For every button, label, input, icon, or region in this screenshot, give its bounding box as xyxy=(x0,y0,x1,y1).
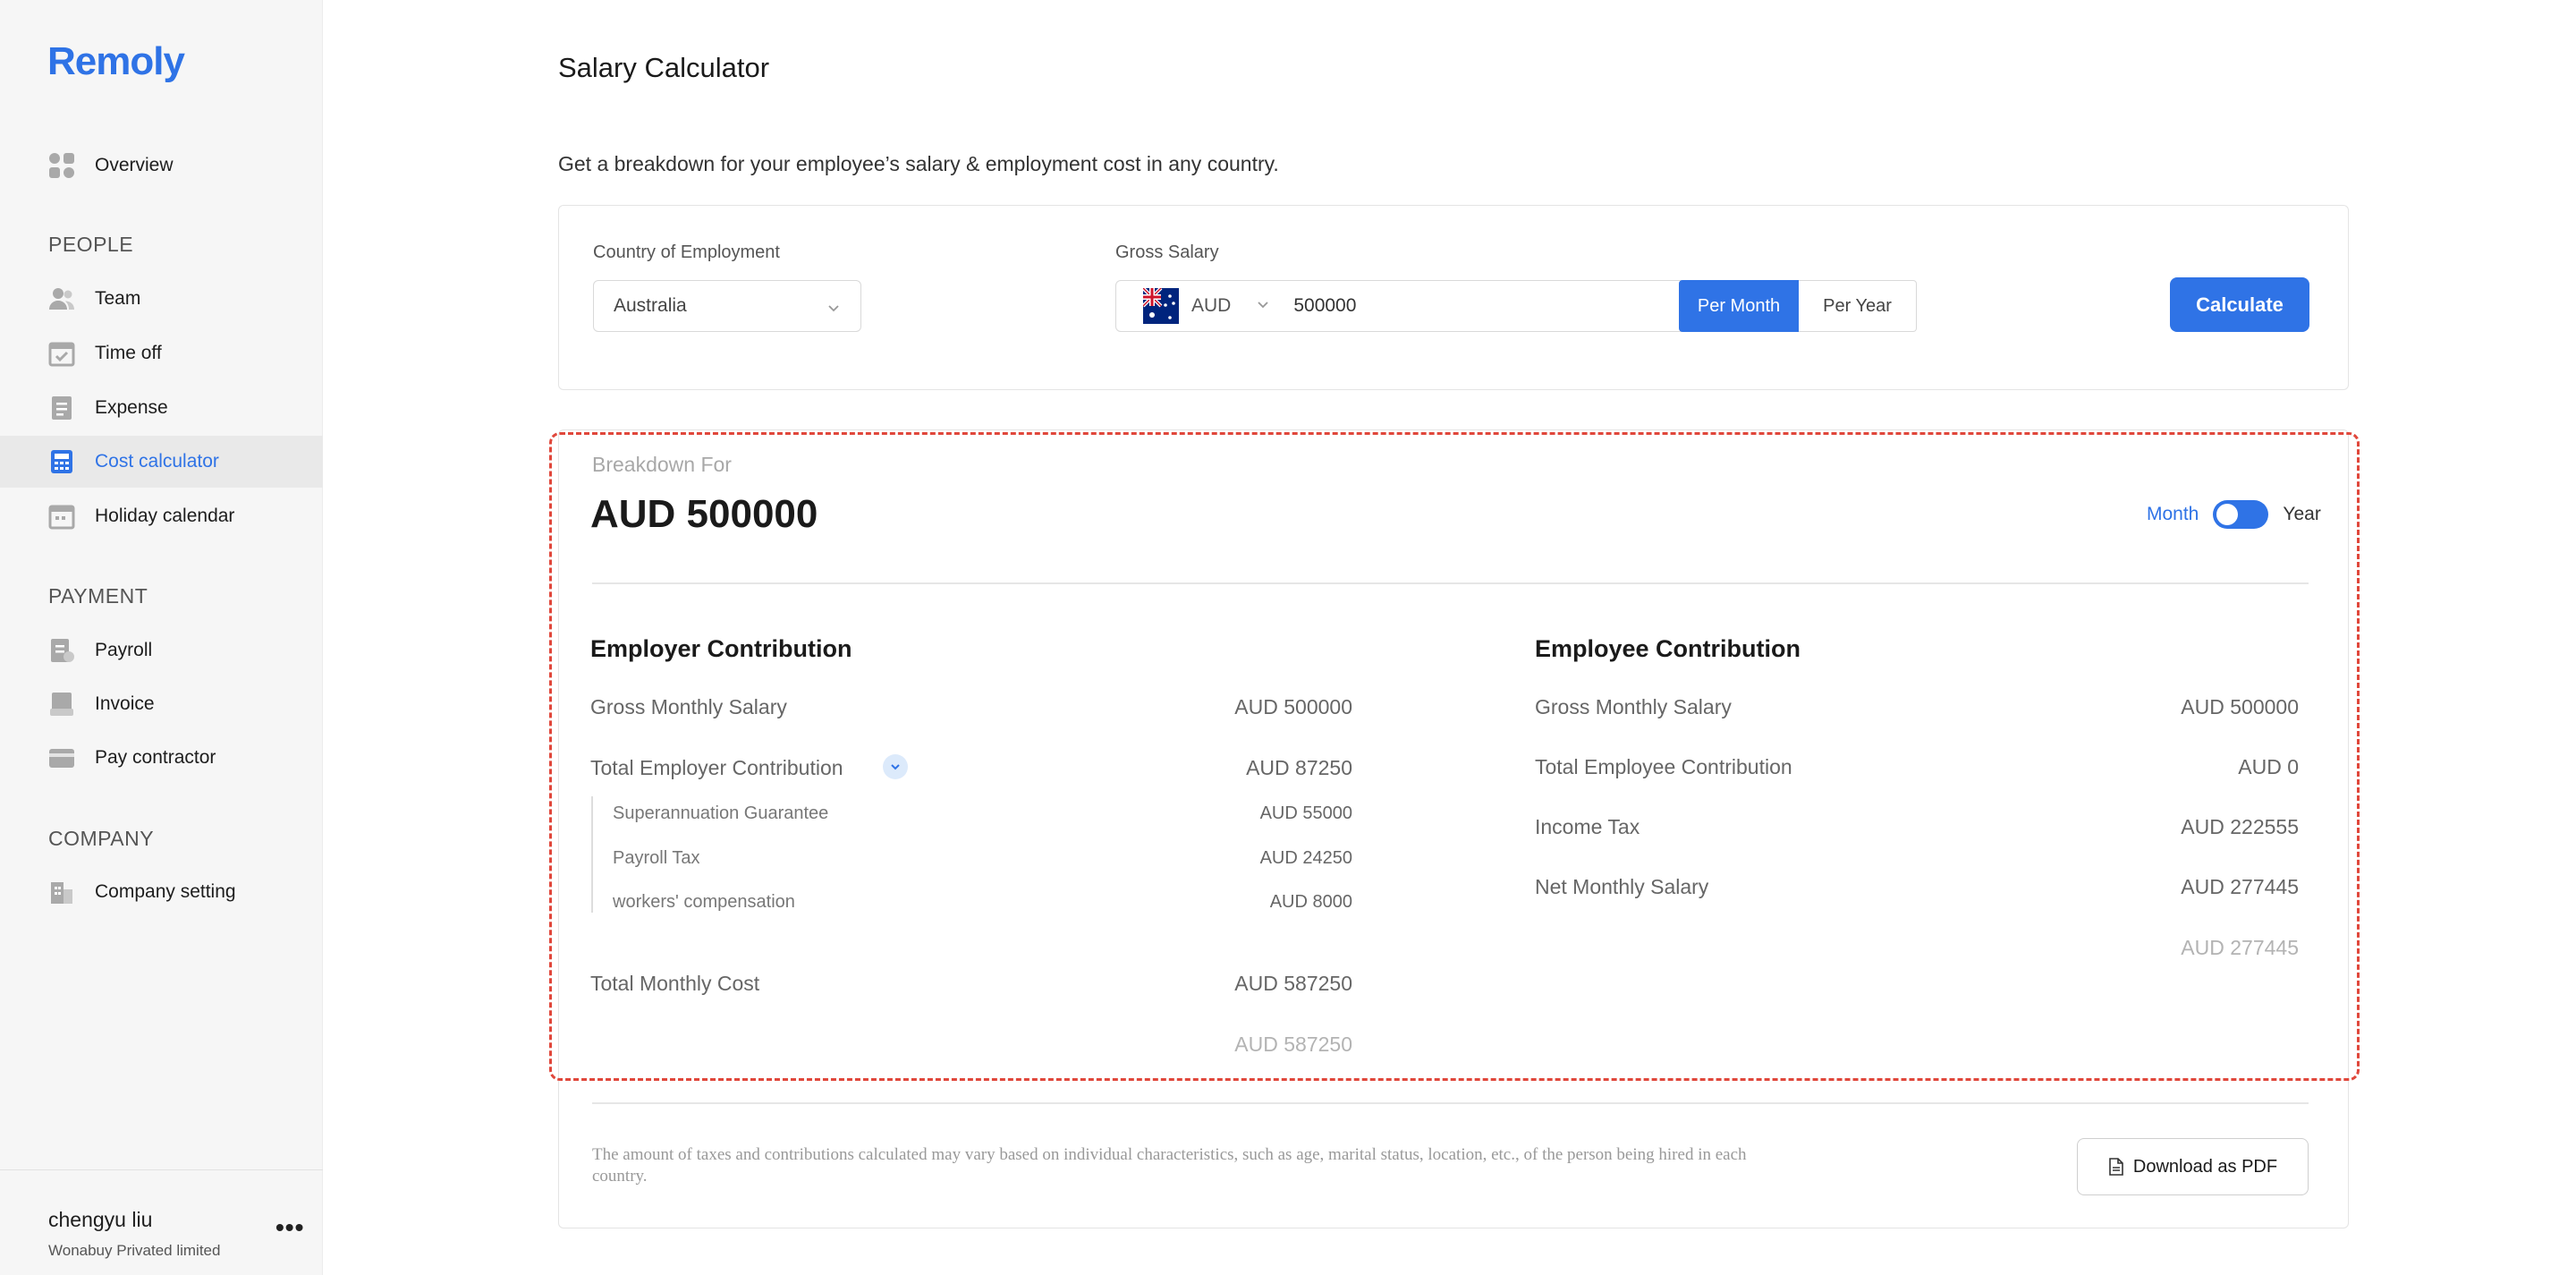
sidebar-item-label: Team xyxy=(95,288,141,309)
section-title-company: COMPANY xyxy=(48,827,155,850)
employer-gross-label: Gross Monthly Salary xyxy=(590,695,787,718)
sidebar-item-label: Company setting xyxy=(95,881,236,902)
sidebar-item-label: Cost calculator xyxy=(95,451,219,472)
sidebar-item-team[interactable]: Team xyxy=(0,273,323,325)
net-monthly-salary-secondary: AUD 277445 xyxy=(2181,936,2299,959)
toggle-month-label[interactable]: Month xyxy=(2147,504,2199,525)
toggle-year-label[interactable]: Year xyxy=(2283,504,2320,525)
employer-total-label: Total Employer Contribution xyxy=(590,756,843,779)
period-toggle: Per Month Per Year xyxy=(1679,280,1917,332)
card-icon xyxy=(48,744,75,771)
file-icon xyxy=(2108,1158,2124,1176)
income-tax-value: AUD 222555 xyxy=(2181,815,2299,838)
breakdown-card xyxy=(558,429,2349,1228)
page-title: Salary Calculator xyxy=(558,52,770,83)
breakdown-amount: AUD 500000 xyxy=(590,492,818,536)
more-options-icon[interactable]: ••• xyxy=(275,1213,304,1242)
chevron-down-icon xyxy=(891,764,900,770)
per-month-button[interactable]: Per Month xyxy=(1679,280,1799,332)
employee-total-value: AUD 0 xyxy=(2238,755,2299,778)
country-label: Country of Employment xyxy=(593,242,780,262)
net-monthly-salary-value: AUD 277445 xyxy=(2181,875,2299,898)
receipt-icon xyxy=(48,395,75,421)
user-profile[interactable]: chengyu liu Wonabuy Privated limited ••• xyxy=(0,1169,323,1275)
employer-gross-value: AUD 500000 xyxy=(1234,695,1352,718)
sidebar-item-invoice[interactable]: Invoice xyxy=(0,678,323,730)
total-monthly-cost-secondary: AUD 587250 xyxy=(1234,1033,1352,1056)
invoice-icon xyxy=(48,691,75,718)
sidebar-item-overview[interactable]: Overview xyxy=(0,140,323,191)
gross-salary-group: AUD xyxy=(1115,280,1688,332)
employee-gross-value: AUD 500000 xyxy=(2181,695,2299,718)
user-name: chengyu liu xyxy=(48,1208,153,1231)
download-pdf-button[interactable]: Download as PDF xyxy=(2077,1138,2309,1195)
per-year-button[interactable]: Per Year xyxy=(1799,280,1917,332)
sidebar-item-label: Invoice xyxy=(95,693,155,714)
sidebar-item-label: Pay contractor xyxy=(95,747,216,768)
employee-total-label: Total Employee Contribution xyxy=(1535,755,1792,778)
disclaimer-text: The amount of taxes and contributions ca… xyxy=(592,1145,1747,1186)
workers-compensation-label: workers' compensation xyxy=(613,892,795,912)
app-logo[interactable]: Remoly xyxy=(47,39,185,84)
superannuation-value: AUD 55000 xyxy=(1259,803,1352,823)
employee-contribution-title: Employee Contribution xyxy=(1535,635,1801,662)
calculate-button[interactable]: Calculate xyxy=(2170,277,2309,332)
total-monthly-cost-label: Total Monthly Cost xyxy=(590,972,760,995)
sidebar-item-label: Expense xyxy=(95,397,168,418)
country-select[interactable]: Australia xyxy=(593,280,861,332)
country-value: Australia xyxy=(614,295,687,316)
download-pdf-label: Download as PDF xyxy=(2132,1156,2278,1177)
sidebar: Remoly Overview PEOPLE Team Time off Exp… xyxy=(0,0,323,1275)
workers-compensation-value: AUD 8000 xyxy=(1269,892,1352,912)
sidebar-item-label: Time off xyxy=(95,343,162,363)
grid-icon xyxy=(48,152,75,179)
payroll-tax-label: Payroll Tax xyxy=(613,848,700,868)
sidebar-item-label: Holiday calendar xyxy=(95,506,235,526)
employee-gross-label: Gross Monthly Salary xyxy=(1535,695,1732,718)
section-title-people: PEOPLE xyxy=(48,233,134,256)
income-tax-label: Income Tax xyxy=(1535,815,1640,838)
page-subtitle: Get a breakdown for your employee’s sala… xyxy=(558,152,1279,175)
footer-divider xyxy=(592,1102,2309,1104)
users-icon xyxy=(48,285,75,312)
divider xyxy=(592,582,2309,584)
breakdown-for-label: Breakdown For xyxy=(592,453,732,476)
sub-items-rule xyxy=(591,796,593,913)
sidebar-item-label: Payroll xyxy=(95,640,153,660)
sidebar-item-payroll[interactable]: Payroll xyxy=(0,625,323,676)
sidebar-item-time-off[interactable]: Time off xyxy=(0,327,323,379)
user-company: Wonabuy Privated limited xyxy=(48,1242,221,1259)
australia-flag-icon xyxy=(1141,286,1179,324)
building-icon xyxy=(48,879,75,905)
sidebar-item-company-setting[interactable]: Company setting xyxy=(0,866,323,918)
section-title-payment: PAYMENT xyxy=(48,584,148,608)
document-icon xyxy=(48,637,75,664)
employer-contribution-title: Employer Contribution xyxy=(590,635,852,662)
month-year-toggle: Month Year xyxy=(2147,498,2321,531)
net-monthly-salary-label: Net Monthly Salary xyxy=(1535,875,1709,898)
sidebar-item-cost-calculator[interactable]: Cost calculator xyxy=(0,436,323,488)
chevron-down-icon[interactable] xyxy=(1256,297,1270,316)
calendar-check-icon xyxy=(48,340,75,367)
total-monthly-cost-value: AUD 587250 xyxy=(1234,972,1352,995)
sidebar-item-holiday-calendar[interactable]: Holiday calendar xyxy=(0,490,323,542)
employer-total-value: AUD 87250 xyxy=(1246,756,1352,779)
payroll-tax-value: AUD 24250 xyxy=(1259,848,1352,868)
sidebar-item-pay-contractor[interactable]: Pay contractor xyxy=(0,732,323,784)
expand-breakdown-button[interactable] xyxy=(883,754,908,779)
switch-knob xyxy=(2216,504,2239,525)
chevron-down-icon xyxy=(826,299,841,320)
gross-salary-input[interactable] xyxy=(1292,294,1632,318)
calendar-icon xyxy=(48,503,75,530)
currency-select[interactable]: AUD xyxy=(1191,295,1231,317)
superannuation-label: Superannuation Guarantee xyxy=(613,803,829,823)
sidebar-item-expense[interactable]: Expense xyxy=(0,382,323,434)
gross-salary-label: Gross Salary xyxy=(1115,242,1219,262)
month-year-switch[interactable] xyxy=(2213,500,2269,529)
sidebar-item-label: Overview xyxy=(95,155,174,175)
calculator-icon xyxy=(48,448,75,475)
calculator-form: Country of Employment Australia Gross Sa… xyxy=(558,205,2349,390)
